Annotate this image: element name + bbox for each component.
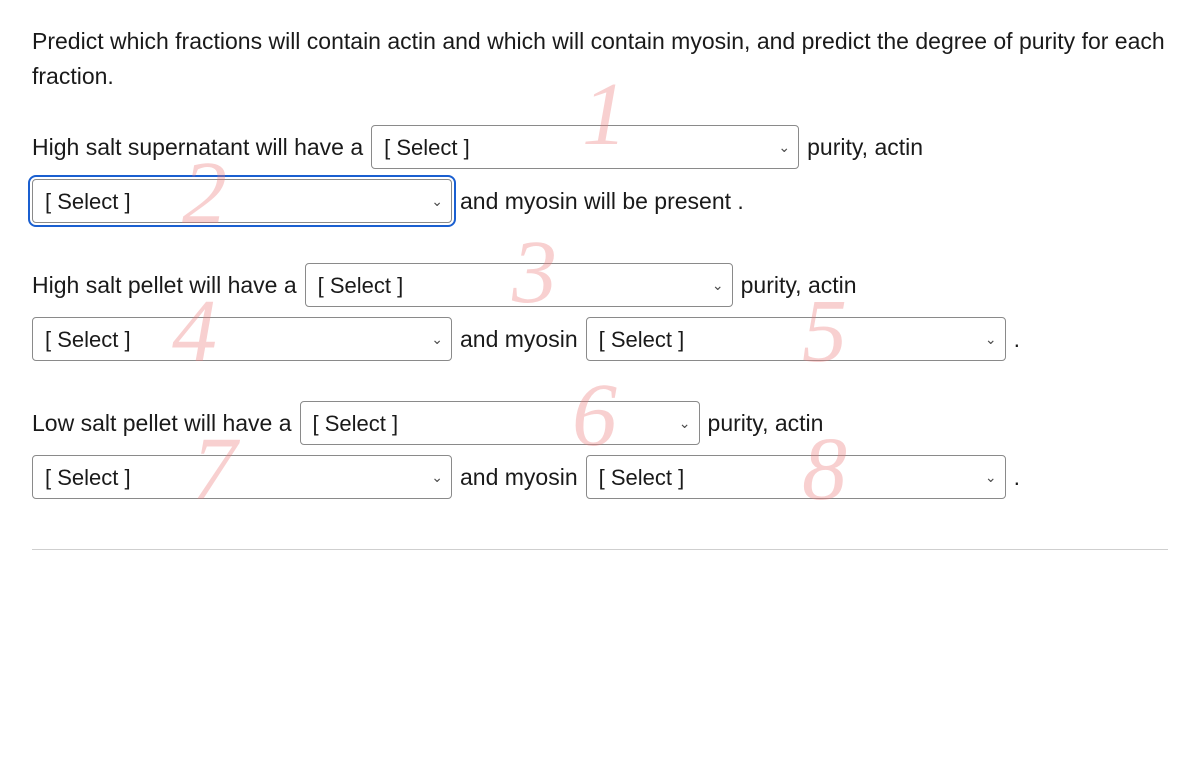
select-7-value: [ Select ]: [45, 461, 131, 494]
label-and-myosin-1: and myosin: [460, 322, 578, 357]
select-6[interactable]: [ Select ] ⌄: [300, 401, 700, 445]
select-8-value: [ Select ]: [599, 461, 685, 494]
row-low-salt-pellet-1: 6 Low salt pellet will have a [ Select ]…: [32, 401, 1168, 445]
select-1[interactable]: [ Select ] ⌄: [371, 125, 799, 169]
label-purity-actin-3: purity, actin: [708, 406, 824, 441]
chevron-down-icon: ⌄: [419, 329, 443, 350]
select-4[interactable]: [ Select ] ⌄: [32, 317, 452, 361]
row-high-salt-pellet-1: 3 High salt pellet will have a [ Select …: [32, 263, 1168, 307]
select-6-value: [ Select ]: [313, 407, 399, 440]
chevron-down-icon: ⌄: [419, 191, 443, 212]
select-5-value: [ Select ]: [599, 323, 685, 356]
select-8[interactable]: [ Select ] ⌄: [586, 455, 1006, 499]
label-ls-pellet-pre: Low salt pellet will have a: [32, 406, 292, 441]
row-high-salt-supernatant-2: 2 [ Select ] ⌄ and myosin will be presen…: [32, 179, 1168, 223]
chevron-down-icon: ⌄: [973, 329, 997, 350]
select-3[interactable]: [ Select ] ⌄: [305, 263, 733, 307]
label-and-myosin-present: and myosin will be present .: [460, 184, 744, 219]
select-7[interactable]: [ Select ] ⌄: [32, 455, 452, 499]
label-period-1: .: [1014, 322, 1020, 357]
label-hs-pellet-pre: High salt pellet will have a: [32, 268, 297, 303]
chevron-down-icon: ⌄: [419, 467, 443, 488]
label-and-myosin-2: and myosin: [460, 460, 578, 495]
label-period-2: .: [1014, 460, 1020, 495]
row-high-salt-supernatant-1: 1 High salt supernatant will have a [ Se…: [32, 125, 1168, 169]
select-5[interactable]: [ Select ] ⌄: [586, 317, 1006, 361]
chevron-down-icon: ⌄: [667, 413, 691, 434]
chevron-down-icon: ⌄: [766, 137, 790, 158]
chevron-down-icon: ⌄: [973, 467, 997, 488]
question-prompt: Predict which fractions will contain act…: [32, 24, 1168, 93]
label-purity-actin-1: purity, actin: [807, 130, 923, 165]
select-3-value: [ Select ]: [318, 269, 404, 302]
row-high-salt-pellet-2: 4 5 [ Select ] ⌄ and myosin [ Select ] ⌄…: [32, 317, 1168, 361]
select-2[interactable]: [ Select ] ⌄: [32, 179, 452, 223]
row-low-salt-pellet-2: 7 8 [ Select ] ⌄ and myosin [ Select ] ⌄…: [32, 455, 1168, 499]
select-2-value: [ Select ]: [45, 185, 131, 218]
select-1-value: [ Select ]: [384, 131, 470, 164]
divider: [32, 549, 1168, 550]
label-purity-actin-2: purity, actin: [741, 268, 857, 303]
chevron-down-icon: ⌄: [700, 275, 724, 296]
select-4-value: [ Select ]: [45, 323, 131, 356]
label-hs-super-pre: High salt supernatant will have a: [32, 130, 363, 165]
